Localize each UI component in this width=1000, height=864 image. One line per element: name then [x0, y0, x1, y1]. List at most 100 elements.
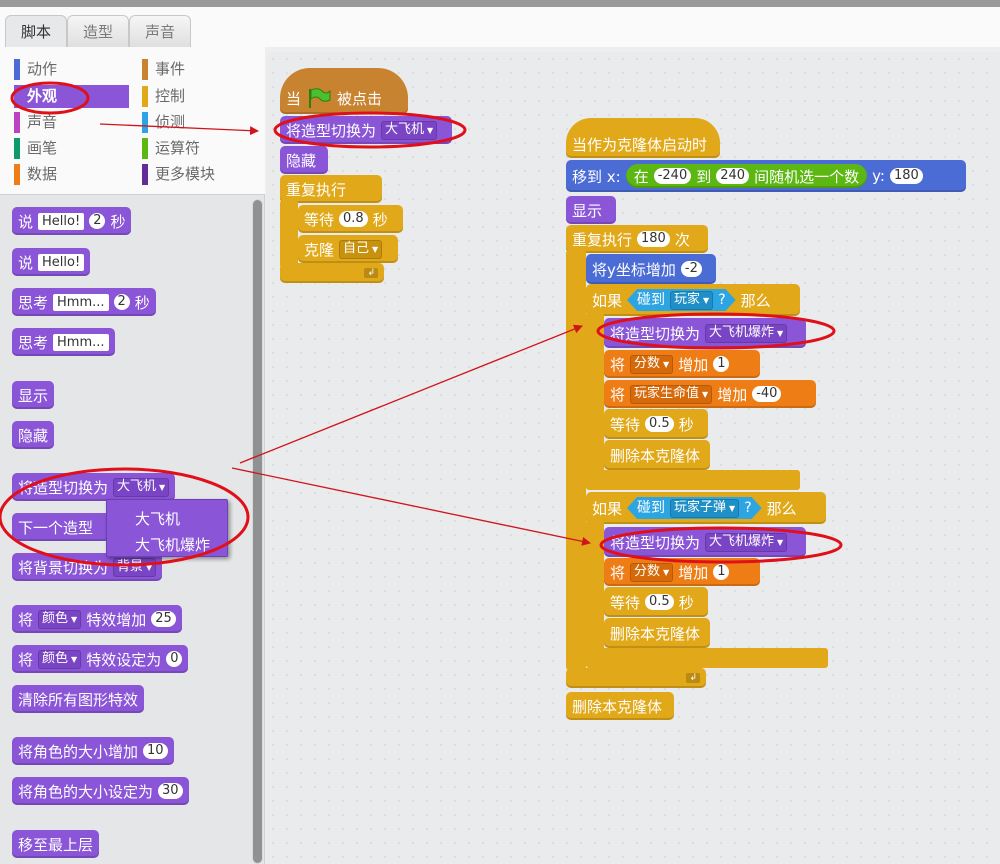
palette-hide-block[interactable]: 隐藏: [12, 421, 55, 449]
category-pen[interactable]: 画笔: [14, 137, 129, 160]
delete-clone-label: 删除本克隆体: [572, 697, 663, 716]
set-effect-label: 将: [18, 650, 34, 669]
change-y-input[interactable]: -2: [680, 261, 702, 277]
palette-think-block[interactable]: 思考 Hmm...: [12, 328, 115, 356]
palette-scrollbar[interactable]: [252, 199, 263, 864]
palette-set-size-block[interactable]: 将角色的大小设定为 30: [12, 777, 189, 805]
palette-switch-costume-block[interactable]: 将造型切换为 大飞机 ▼: [12, 473, 176, 501]
change-effect-input[interactable]: 25: [151, 611, 176, 627]
tab-scripts[interactable]: 脚本: [5, 15, 67, 49]
palette-clear-effects-block[interactable]: 清除所有图形特效: [12, 685, 145, 713]
think-text-input[interactable]: Hmm...: [53, 333, 109, 351]
change-life-block[interactable]: 将 玩家生命值 ▼ 增加 -40: [604, 380, 816, 408]
palette-say-secs-block[interactable]: 说 Hello! 2 秒: [12, 207, 132, 235]
costume-dropdown[interactable]: 大飞机 ▼: [113, 477, 170, 497]
category-data[interactable]: 数据: [14, 163, 129, 186]
wait-input[interactable]: 0.5: [645, 594, 674, 610]
when-clone-starts-hat[interactable]: 当作为克隆体启动时: [566, 118, 720, 158]
wait-block[interactable]: 等待 0.8 秒: [298, 205, 403, 233]
palette-show-block[interactable]: 显示: [12, 381, 55, 409]
category-looks[interactable]: 外观: [14, 85, 129, 108]
delete-clone-block[interactable]: 删除本克隆体: [604, 440, 710, 470]
category-control[interactable]: 控制: [142, 85, 257, 108]
change-life-input[interactable]: -40: [752, 386, 782, 402]
say-text-input[interactable]: Hello!: [38, 212, 85, 230]
say-secs-input[interactable]: 2: [89, 213, 106, 229]
change-score-block[interactable]: 将 分数 ▼ 增加 1: [604, 350, 760, 378]
if-block-2[interactable]: 如果 碰到 玩家子弹 ▼ ? 那么: [586, 492, 826, 524]
palette-think-secs-block[interactable]: 思考 Hmm... 2 秒: [12, 288, 156, 316]
palette-change-effect-block[interactable]: 将 颜色 ▼ 特效增加 25: [12, 605, 182, 633]
wait-block[interactable]: 等待 0.5 秒: [604, 587, 708, 617]
if-block-1[interactable]: 如果 碰到 玩家 ▼ ? 那么: [586, 284, 800, 316]
show-block[interactable]: 显示: [566, 196, 616, 224]
forever-block[interactable]: 重复执行: [280, 175, 382, 203]
set-effect-input[interactable]: 0: [166, 651, 183, 667]
switch-costume-block[interactable]: 将造型切换为 大飞机爆炸 ▼: [604, 527, 806, 557]
goto-xy-block[interactable]: 移到 x: 在 -240 到 240 间随机选一个数 y: 180: [566, 160, 966, 192]
palette-switch-backdrop-block[interactable]: 将背景切换为 背景 ▼: [12, 553, 163, 581]
palette-change-size-block[interactable]: 将角色的大小增加 10: [12, 737, 174, 765]
tab-costumes[interactable]: 造型: [67, 15, 129, 48]
touching-block-2[interactable]: 碰到 玩家子弹 ▼ ?: [627, 497, 762, 519]
wait-block[interactable]: 等待 0.5 秒: [604, 409, 708, 439]
backdrop-dropdown[interactable]: 背景 ▼: [113, 557, 157, 577]
category-sound[interactable]: 声音: [14, 111, 129, 134]
set-size-input[interactable]: 30: [158, 783, 183, 799]
change-score-input[interactable]: 1: [713, 564, 730, 580]
change-score-block[interactable]: 将 分数 ▼ 增加 1: [604, 558, 760, 586]
menu-item-costume-1[interactable]: 大飞机: [135, 508, 180, 529]
palette-set-effect-block[interactable]: 将 颜色 ▼ 特效设定为 0: [12, 645, 189, 673]
wait-input[interactable]: 0.5: [645, 416, 674, 432]
tab-sounds[interactable]: 声音: [129, 15, 191, 48]
palette-next-costume-block[interactable]: 下一个造型: [12, 513, 110, 541]
when-flag-clicked-hat[interactable]: 当 被点击: [280, 68, 408, 114]
delete-clone-final-block[interactable]: 删除本克隆体: [566, 692, 674, 720]
variable-dropdown[interactable]: 分数 ▼: [630, 562, 674, 582]
create-clone-block[interactable]: 克隆 自己 ▼: [298, 235, 398, 263]
palette-scrollbar-thumb[interactable]: [253, 200, 262, 863]
change-y-block[interactable]: 将y坐标增加 -2: [586, 254, 716, 284]
think-text-input[interactable]: Hmm...: [53, 293, 109, 311]
switch-costume-block[interactable]: 将造型切换为 大飞机爆炸 ▼: [604, 318, 806, 348]
costume-dropdown[interactable]: 大飞机 ▼: [381, 120, 438, 140]
switch-costume-block[interactable]: 将造型切换为 大飞机 ▼: [280, 116, 452, 144]
wait-input[interactable]: 0.8: [339, 211, 368, 227]
category-operators[interactable]: 运算符: [142, 137, 257, 160]
random-from-input[interactable]: -240: [653, 168, 692, 184]
palette-go-front-block[interactable]: 移至最上层: [12, 830, 100, 858]
goto-y-input[interactable]: 180: [889, 168, 923, 184]
change-score-input[interactable]: 1: [713, 356, 730, 372]
touching-block-1[interactable]: 碰到 玩家 ▼ ?: [627, 289, 736, 311]
forever-arm: [280, 200, 298, 268]
category-sensing[interactable]: 侦测: [142, 111, 257, 134]
category-events[interactable]: 事件: [142, 58, 257, 81]
costume-dropdown[interactable]: 大飞机爆炸 ▼: [705, 532, 788, 552]
variable-dropdown[interactable]: 玩家生命值 ▼: [630, 384, 713, 404]
touching-target-dropdown[interactable]: 玩家子弹 ▼: [670, 499, 739, 518]
category-motion[interactable]: 动作: [14, 58, 129, 81]
touching-target-dropdown[interactable]: 玩家 ▼: [670, 291, 713, 310]
random-to-input[interactable]: 240: [716, 168, 750, 184]
change-size-input[interactable]: 10: [143, 743, 168, 759]
effect-dropdown[interactable]: 颜色 ▼: [38, 609, 82, 629]
variable-dropdown[interactable]: 分数 ▼: [630, 354, 674, 374]
palette-say-block[interactable]: 说 Hello!: [12, 248, 91, 276]
clone-target-dropdown[interactable]: 自己 ▼: [339, 239, 383, 259]
hide-block[interactable]: 隐藏: [280, 146, 328, 174]
repeat-block[interactable]: 重复执行 180 次: [566, 225, 708, 253]
think-secs-unit: 秒: [134, 293, 150, 312]
change-effect-label: 将: [18, 610, 34, 629]
effect-dropdown[interactable]: 颜色 ▼: [38, 649, 82, 669]
pick-random-block[interactable]: 在 -240 到 240 间随机选一个数: [625, 164, 868, 188]
costume-dropdown[interactable]: 大飞机爆炸 ▼: [705, 323, 788, 343]
say-text-input[interactable]: Hello!: [38, 253, 85, 271]
change-effect-mid: 特效增加: [86, 610, 147, 629]
delete-clone-block[interactable]: 删除本克隆体: [604, 618, 710, 648]
category-more-blocks[interactable]: 更多模块: [142, 163, 257, 186]
menu-item-costume-2[interactable]: 大飞机爆炸: [135, 534, 210, 555]
tab-bar: 脚本 造型 声音: [0, 7, 1000, 49]
think-secs-input[interactable]: 2: [113, 294, 130, 310]
touching-q: ?: [718, 292, 726, 308]
repeat-count-input[interactable]: 180: [637, 231, 670, 247]
